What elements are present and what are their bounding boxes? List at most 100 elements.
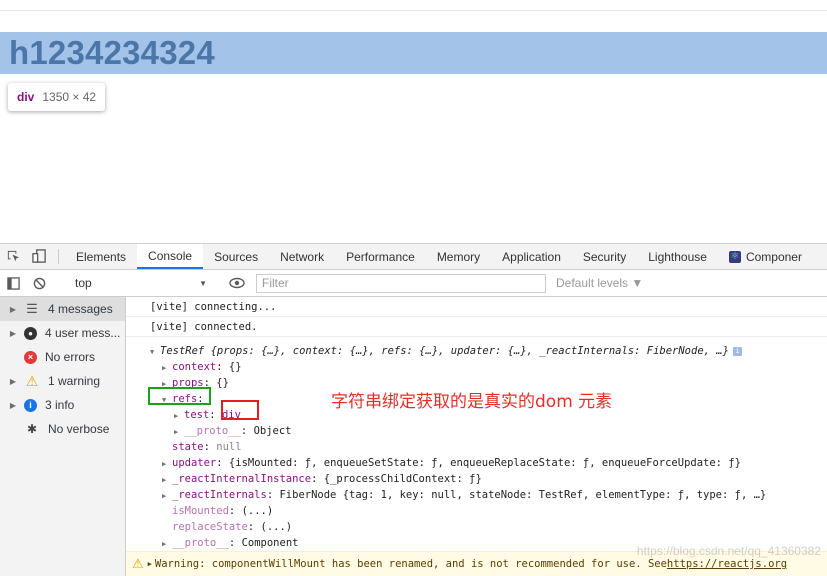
tree-row-test[interactable]: ▶ test: div <box>174 407 241 423</box>
tab-memory[interactable]: Memory <box>426 244 491 269</box>
warning-icon: ⚠ <box>25 372 39 389</box>
tab-network[interactable]: Network <box>269 244 335 269</box>
expand-arrow-icon[interactable]: ▶ <box>6 329 20 338</box>
tree-row-is-mounted[interactable]: isMounted: (...) <box>172 503 273 519</box>
context-select-value: top <box>75 276 92 290</box>
default-levels-dropdown[interactable]: Default levels ▼ <box>556 276 643 290</box>
collapse-triangle-icon[interactable]: ▼ <box>162 392 172 408</box>
expand-triangle-icon[interactable]: ▶ <box>162 360 172 376</box>
tab-sources[interactable]: Sources <box>203 244 269 269</box>
tab-performance[interactable]: Performance <box>335 244 426 269</box>
error-icon: × <box>24 350 37 364</box>
warning-text: Warning: componentWillMount has been ren… <box>154 558 667 570</box>
tree-row-react-internals[interactable]: ▶ _reactInternals: FiberNode {tag: 1, key… <box>162 487 766 503</box>
tree-row-state: state: null <box>172 441 242 453</box>
property-key: __proto__ <box>184 425 241 437</box>
devtools-tabbar: Elements Console Sources Network Perform… <box>0 243 827 270</box>
tree-row-context[interactable]: ▶ context: {} <box>162 359 242 375</box>
expand-triangle-icon[interactable]: ▶ <box>174 424 184 440</box>
property-value: {} <box>228 361 242 373</box>
context-select[interactable]: top ▼ <box>71 276 211 290</box>
property-key: __proto__ <box>172 537 229 549</box>
tree-row-proto-component[interactable]: ▶ __proto__: Component <box>162 535 298 551</box>
object-header-row[interactable]: ▼ TestRef {props: {…}, context: {…}, refs… <box>150 343 742 359</box>
property-value: {_processChildContext: ƒ} <box>323 473 482 485</box>
expand-triangle-icon[interactable]: ▶ <box>162 472 172 488</box>
inspected-element-highlight[interactable]: h1234234324 <box>0 32 827 74</box>
inspect-element-icon[interactable] <box>0 244 26 269</box>
expand-arrow-icon[interactable]: ▶ <box>6 305 20 314</box>
property-key: test <box>184 409 210 421</box>
sidebar-toggle-icon[interactable] <box>0 276 26 290</box>
tooltip-tag: div <box>17 90 35 104</box>
property-value: Object <box>253 425 292 437</box>
info-icon: i <box>24 398 37 412</box>
page-heading: h1234234324 <box>9 34 215 71</box>
tab-elements[interactable]: Elements <box>65 244 137 269</box>
property-key: isMounted <box>172 505 229 517</box>
tree-row-react-internal-instance[interactable]: ▶ _reactInternalInstance: {_processChildC… <box>162 471 482 487</box>
tabbar-separator <box>58 249 59 264</box>
tab-application[interactable]: Application <box>491 244 572 269</box>
tab-components-label: Componer <box>745 249 802 264</box>
property-value[interactable]: div <box>222 409 241 421</box>
tooltip-size: 1350 × 42 <box>42 90 97 104</box>
sidebar-item-label: No verbose <box>48 422 110 436</box>
console-toolbar: top ▼ Default levels ▼ <box>0 270 827 297</box>
sidebar-item-label: 3 info <box>45 398 75 412</box>
collapse-triangle-icon[interactable]: ▼ <box>150 344 160 360</box>
sidebar-item-user-messages[interactable]: ▶ ● 4 user mess... <box>0 321 125 345</box>
expand-arrow-icon[interactable]: ▶ <box>6 401 20 410</box>
expand-arrow-icon[interactable]: ▶ <box>6 377 20 386</box>
bug-icon: ✱ <box>26 422 38 436</box>
tab-console[interactable]: Console <box>137 244 204 269</box>
react-icon: ⚛ <box>728 250 741 263</box>
sidebar-item-info[interactable]: ▶ i 3 info <box>0 393 125 417</box>
tab-components[interactable]: ⚛ Componer <box>718 244 813 269</box>
filter-input[interactable] <box>256 273 546 293</box>
property-value: null <box>216 441 242 453</box>
sidebar-item-errors[interactable]: × No errors <box>0 345 125 369</box>
list-icon: ☰ <box>26 301 38 316</box>
expand-triangle-icon[interactable]: ▶ <box>148 560 152 568</box>
expand-triangle-icon[interactable]: ▶ <box>174 408 184 424</box>
clear-console-icon[interactable] <box>26 277 52 290</box>
console-sidebar: ▶ ☰ 4 messages ▶ ● 4 user mess... × No e… <box>0 297 126 576</box>
element-tooltip: div 1350 × 42 <box>8 83 106 111</box>
user-icon: ● <box>24 326 37 340</box>
sidebar-item-messages[interactable]: ▶ ☰ 4 messages <box>0 297 125 321</box>
page-top-divider <box>0 10 827 11</box>
property-value: (...) <box>241 505 274 517</box>
tree-row-updater[interactable]: ▶ updater: {isMounted: ƒ, enqueueSetState… <box>162 455 741 471</box>
property-key: state <box>172 441 204 453</box>
property-value: (...) <box>260 521 293 533</box>
tab-security[interactable]: Security <box>572 244 637 269</box>
warning-icon: ⚠ <box>132 556 144 572</box>
sidebar-item-label: 4 user mess... <box>45 326 121 340</box>
expand-triangle-icon[interactable]: ▶ <box>162 536 172 552</box>
property-key: context <box>172 361 217 373</box>
expand-triangle-icon[interactable]: ▶ <box>162 376 172 392</box>
annotation-text: 字符串绑定获取的是真实的dom 元素 <box>331 392 613 412</box>
warning-link[interactable]: https://reactjs.org <box>667 558 787 570</box>
tree-row-props[interactable]: ▶ props: {} <box>162 375 229 391</box>
expand-triangle-icon[interactable]: ▶ <box>162 488 172 504</box>
console-output: [vite] connecting... [vite] connected. ▼… <box>126 297 827 576</box>
property-value: Component <box>241 537 299 549</box>
sidebar-item-verbose[interactable]: ✱ No verbose <box>0 417 125 441</box>
console-message: [vite] connecting... <box>126 297 827 317</box>
info-badge-icon[interactable]: i <box>732 346 742 356</box>
console-message: [vite] connected. <box>126 317 827 337</box>
tree-row-proto[interactable]: ▶ __proto__: Object <box>174 423 292 439</box>
expand-triangle-icon[interactable]: ▶ <box>162 456 172 472</box>
tree-row-replace-state[interactable]: replaceState: (...) <box>172 519 292 535</box>
sidebar-item-warnings[interactable]: ▶ ⚠ 1 warning <box>0 369 125 393</box>
property-key: _reactInternals <box>172 489 267 501</box>
device-toolbar-icon[interactable] <box>26 244 52 269</box>
tab-lighthouse[interactable]: Lighthouse <box>637 244 718 269</box>
eye-icon[interactable] <box>224 277 250 289</box>
tree-row-refs[interactable]: ▼ refs: <box>162 391 204 407</box>
chevron-down-icon: ▼ <box>199 278 207 288</box>
sidebar-item-label: 4 messages <box>48 302 113 316</box>
property-key: refs <box>172 393 198 405</box>
